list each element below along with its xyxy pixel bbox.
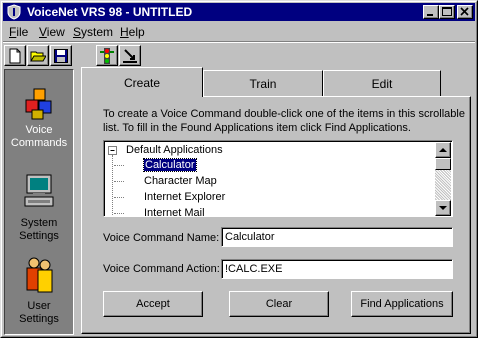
left-nav-panel: Voice Commands System Settings User Sett… bbox=[4, 69, 74, 335]
menu-view[interactable]: View bbox=[39, 25, 65, 39]
command-name-label: Voice Command Name: bbox=[103, 232, 220, 244]
scroll-thumb[interactable] bbox=[435, 158, 451, 170]
minimize-button[interactable] bbox=[423, 5, 439, 19]
list-item-character-map[interactable]: Character Map bbox=[144, 174, 217, 189]
scroll-down-arrow-icon bbox=[439, 206, 447, 210]
menu-help-rest: elp bbox=[128, 25, 145, 39]
maximize-icon bbox=[442, 7, 452, 16]
nav-system-settings-line2: Settings bbox=[19, 230, 59, 242]
tab-create[interactable]: Create bbox=[81, 67, 203, 97]
tab-train[interactable]: Train bbox=[203, 70, 323, 96]
tab-train-label: Train bbox=[249, 77, 277, 91]
down-arrow-tool-button[interactable] bbox=[119, 45, 141, 66]
command-action-field[interactable]: !CALC.EXE bbox=[221, 259, 453, 279]
save-button[interactable] bbox=[50, 45, 72, 66]
menu-file-rest: ile bbox=[16, 25, 29, 39]
menu-bar: File View System Help bbox=[3, 22, 475, 40]
list-item-internet-mail[interactable]: Internet Mail bbox=[144, 206, 205, 217]
nav-user-settings-line2: Settings bbox=[19, 313, 59, 325]
traffic-light-icon bbox=[100, 48, 114, 64]
users-icon bbox=[26, 257, 53, 293]
scroll-down-button[interactable] bbox=[435, 200, 451, 216]
app-window: VoiceNet VRS 98 - UNTITLED File View Sys… bbox=[0, 0, 478, 338]
open-button[interactable] bbox=[27, 45, 49, 66]
computer-icon bbox=[24, 174, 54, 207]
title-bar[interactable]: VoiceNet VRS 98 - UNTITLED bbox=[3, 3, 475, 21]
list-item-calculator[interactable]: Calculator bbox=[143, 158, 197, 173]
close-button[interactable] bbox=[457, 5, 473, 19]
list-item-label: Calculator bbox=[143, 158, 197, 172]
list-item-internet-explorer[interactable]: Internet Explorer bbox=[144, 190, 225, 205]
list-item-label: Internet Mail bbox=[144, 207, 205, 217]
tree-root[interactable]: Default Applications bbox=[126, 143, 223, 158]
close-icon bbox=[460, 7, 469, 16]
maximize-button[interactable] bbox=[439, 5, 455, 19]
nav-voice-commands[interactable]: Voice Commands bbox=[5, 88, 73, 150]
instructions-text: To create a Voice Command double-click o… bbox=[103, 108, 465, 134]
save-disk-icon bbox=[54, 49, 68, 63]
list-item-label: Internet Explorer bbox=[144, 191, 226, 203]
traffic-light-button[interactable] bbox=[96, 45, 118, 66]
nav-user-settings[interactable]: User Settings bbox=[5, 256, 73, 326]
tree-branch bbox=[114, 197, 124, 198]
tab-create-label: Create bbox=[123, 76, 161, 90]
tab-edit-label: Edit bbox=[371, 77, 393, 91]
nav-voice-commands-line2: Commands bbox=[10, 137, 68, 149]
tab-edit[interactable]: Edit bbox=[323, 70, 441, 96]
tree-scrollbar[interactable] bbox=[435, 142, 451, 216]
window-title: VoiceNet VRS 98 - UNTITLED bbox=[27, 5, 193, 19]
down-arrow-tool-icon bbox=[123, 49, 137, 63]
find-applications-button[interactable]: Find Applications bbox=[351, 291, 453, 317]
menu-system[interactable]: System bbox=[73, 25, 113, 39]
tree-branch bbox=[114, 181, 124, 182]
tree-branch bbox=[114, 213, 124, 214]
scroll-up-button[interactable] bbox=[435, 142, 451, 158]
applications-tree[interactable]: Default Applications Calculator Characte… bbox=[103, 140, 453, 217]
accept-button[interactable]: Accept bbox=[103, 291, 203, 317]
minimize-icon bbox=[427, 14, 433, 16]
menu-view-rest: iew bbox=[46, 25, 65, 39]
nav-system-settings-line1: System bbox=[20, 217, 58, 229]
nav-voice-commands-line1: Voice bbox=[25, 124, 53, 136]
tree-branch bbox=[114, 165, 124, 166]
new-document-icon bbox=[9, 48, 21, 64]
menu-help-accel: H bbox=[120, 25, 129, 39]
command-name-field[interactable]: Calculator bbox=[221, 227, 453, 247]
app-shield-icon bbox=[7, 4, 21, 20]
scroll-up-arrow-icon bbox=[439, 148, 447, 152]
command-action-label: Voice Command Action: bbox=[103, 263, 220, 275]
toolbar-separator bbox=[3, 41, 475, 43]
nav-system-settings[interactable]: System Settings bbox=[5, 173, 73, 243]
menu-system-accel: S bbox=[73, 25, 82, 39]
menu-file[interactable]: File bbox=[9, 25, 28, 39]
collapse-expander[interactable] bbox=[108, 146, 117, 155]
new-button[interactable] bbox=[4, 45, 26, 66]
tree-guide-line bbox=[112, 155, 113, 216]
tree-root-label: Default Applications bbox=[126, 144, 223, 156]
blocks-icon bbox=[25, 88, 52, 120]
minus-icon bbox=[110, 150, 115, 151]
menu-help[interactable]: Help bbox=[120, 25, 145, 39]
menu-system-rest: ystem bbox=[81, 25, 114, 39]
clear-button[interactable]: Clear bbox=[229, 291, 329, 317]
list-item-label: Character Map bbox=[144, 175, 217, 187]
open-folder-icon bbox=[30, 51, 46, 62]
menu-view-accel: V bbox=[39, 25, 47, 39]
nav-user-settings-line1: User bbox=[27, 300, 51, 312]
